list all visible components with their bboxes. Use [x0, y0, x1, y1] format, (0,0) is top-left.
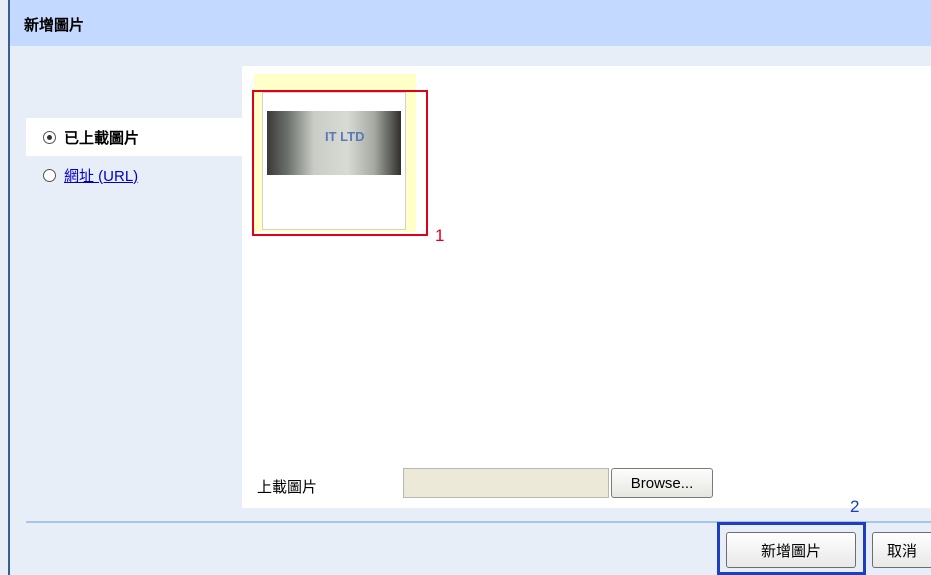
dialog-title: 新增圖片 — [24, 16, 85, 34]
option-url[interactable]: 網址 (URL) — [26, 156, 242, 194]
file-path-field[interactable] — [403, 468, 609, 498]
add-image-dialog: 新增圖片 已上載圖片 網址 (URL) IT LTD 1 上載圖片 Browse… — [0, 0, 931, 575]
option-uploaded-images[interactable]: 已上載圖片 — [26, 118, 242, 156]
annotation-marker-2: 2 — [850, 497, 860, 516]
radio-unselected-icon[interactable] — [43, 168, 56, 182]
browse-button[interactable]: Browse... — [611, 468, 713, 498]
add-image-button[interactable]: 新增圖片 — [726, 532, 856, 568]
dialog-titlebar: 新增圖片 — [10, 0, 931, 46]
cancel-button[interactable]: 取消 — [872, 532, 931, 568]
upload-image-label: 上載圖片 — [257, 478, 318, 496]
option-uploaded-images-label: 已上載圖片 — [64, 128, 140, 147]
annotation-box-1 — [252, 90, 428, 236]
annotation-marker-1: 1 — [435, 226, 445, 245]
option-url-link[interactable]: 網址 (URL) — [64, 165, 138, 186]
radio-selected-icon[interactable] — [43, 130, 56, 144]
